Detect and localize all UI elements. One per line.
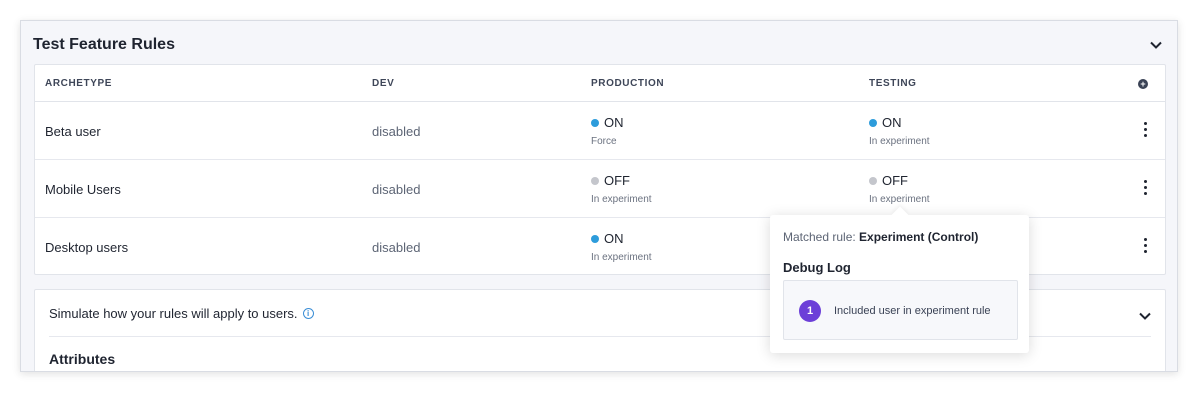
testing-status[interactable]: ON In experiment	[869, 115, 930, 147]
info-icon[interactable]: i	[302, 308, 314, 319]
status-detail: Force	[591, 136, 617, 147]
debug-log-entry: 1 Included user in experiment rule	[783, 280, 1018, 340]
more-options-icon[interactable]	[1142, 238, 1148, 256]
debug-popover: Matched rule: Experiment (Control) Debug…	[770, 206, 1029, 353]
status-detail: In experiment	[591, 194, 652, 205]
add-environment-icon[interactable]: +	[1138, 79, 1148, 89]
production-status[interactable]: ON Force	[591, 115, 624, 147]
more-options-icon[interactable]	[1142, 122, 1148, 140]
table-row: Beta user disabled ON Force ON In experi…	[35, 102, 1165, 160]
status-dot	[869, 176, 877, 185]
status-dot	[591, 234, 599, 243]
status-dot	[869, 118, 877, 127]
status-dot	[591, 118, 599, 127]
chevron-down-icon[interactable]	[1139, 307, 1151, 325]
attributes-heading: Attributes	[49, 351, 116, 367]
status-dot	[591, 176, 599, 185]
testing-status[interactable]: OFF In experiment	[869, 173, 930, 205]
production-status[interactable]: OFF In experiment	[591, 173, 652, 205]
archetype-name: Beta user	[45, 124, 101, 139]
production-status[interactable]: ON In experiment	[591, 231, 652, 263]
matched-rule-label: Matched rule:	[783, 230, 856, 244]
status-label: OFF	[882, 173, 908, 188]
dev-status: disabled	[372, 182, 421, 197]
simulate-description: Simulate how your rules will apply to us…	[49, 306, 314, 321]
log-text: Included user in experiment rule	[834, 305, 991, 317]
status-label: ON	[604, 115, 624, 130]
header-testing: TESTING	[869, 78, 917, 89]
status-detail: In experiment	[591, 252, 652, 263]
table-header: ARCHETYPE DEV PRODUCTION TESTING +	[35, 65, 1165, 102]
status-label: ON	[882, 115, 902, 130]
archetype-name: Mobile Users	[45, 182, 121, 197]
chevron-down-icon[interactable]	[1149, 38, 1163, 52]
dev-status: disabled	[372, 240, 421, 255]
panel-title: Test Feature Rules	[33, 36, 175, 53]
status-detail: In experiment	[869, 194, 930, 205]
header-production: PRODUCTION	[591, 78, 665, 89]
debug-log-title: Debug Log	[783, 260, 851, 275]
panel-header: Test Feature Rules	[33, 33, 1163, 57]
feature-rules-panel: Test Feature Rules ARCHETYPE DEV PRODUCT…	[20, 20, 1178, 372]
archetype-name: Desktop users	[45, 240, 129, 255]
header-dev: DEV	[372, 78, 395, 89]
step-badge: 1	[799, 300, 821, 322]
status-label: OFF	[604, 173, 630, 188]
simulate-text: Simulate how your rules will apply to us…	[49, 306, 298, 321]
status-detail: In experiment	[869, 136, 930, 147]
table-row: Mobile Users disabled OFF In experiment …	[35, 160, 1165, 218]
matched-rule: Matched rule: Experiment (Control)	[783, 230, 978, 244]
header-archetype: ARCHETYPE	[45, 78, 113, 89]
dev-status: disabled	[372, 124, 421, 139]
matched-rule-value: Experiment (Control)	[859, 230, 979, 244]
status-label: ON	[604, 231, 624, 246]
more-options-icon[interactable]	[1142, 180, 1148, 198]
